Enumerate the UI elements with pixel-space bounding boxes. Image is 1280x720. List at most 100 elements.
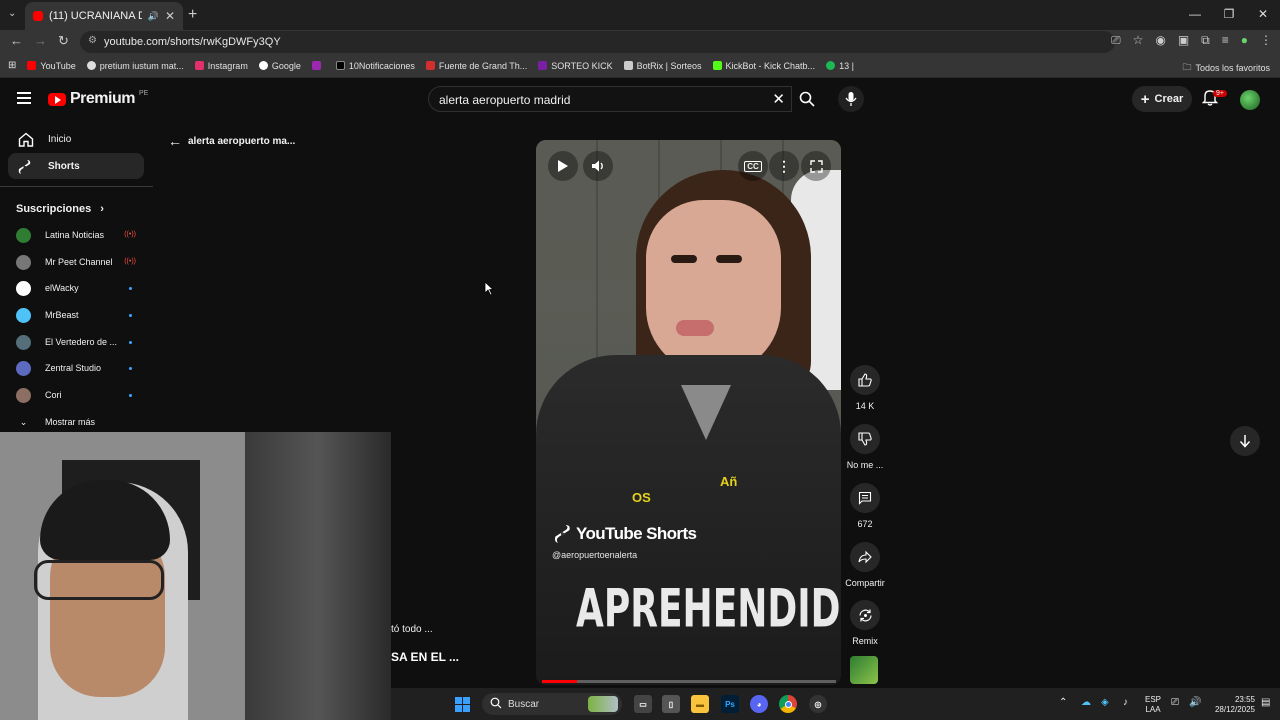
address-bar[interactable]: ⚙ youtube.com/shorts/rwKgDWFy3QY	[80, 31, 1115, 53]
extension-icon[interactable]: ◉	[1155, 33, 1165, 48]
subscriptions-heading[interactable]: Suscripciones ›	[16, 203, 104, 215]
app-icon[interactable]: ▯	[662, 695, 680, 713]
input-language[interactable]: ESP LAA	[1145, 695, 1161, 715]
play-button[interactable]	[548, 151, 578, 181]
bookmark-item[interactable]: Instagram	[194, 61, 248, 71]
notification-center-icon[interactable]: ▤	[1261, 698, 1270, 708]
voice-search-button[interactable]	[838, 86, 864, 112]
profile-icon[interactable]: ●	[1241, 33, 1248, 48]
menu-icon[interactable]: ⋮	[1260, 33, 1272, 48]
back-icon[interactable]: ←	[10, 33, 23, 48]
comments-button[interactable]: 672	[843, 483, 887, 529]
bookmark-item[interactable]: Google	[258, 61, 301, 71]
clear-search-icon[interactable]: ✕	[772, 90, 785, 108]
audio-icon[interactable]: 🔊	[148, 11, 159, 22]
remix-icon	[850, 600, 880, 630]
subscription-item[interactable]: El Vertedero de ...	[16, 332, 140, 352]
tab-search-icon[interactable]: ⌄	[8, 8, 16, 19]
new-content-dot	[129, 367, 132, 370]
obs-icon[interactable]: ◎	[809, 695, 827, 713]
bookmark-item[interactable]: SORTEO KICK	[538, 61, 613, 71]
bookmark-item[interactable]: 10Notificaciones	[335, 61, 415, 71]
youtube-icon	[27, 61, 37, 70]
sidebar: Inicio Shorts Suscripciones › Latina Not…	[0, 120, 153, 432]
close-tab-icon[interactable]: ✕	[165, 9, 175, 23]
remix-button[interactable]: Remix	[843, 600, 887, 646]
volume-tray-icon[interactable]: 🔊	[1189, 698, 1201, 708]
display-icon[interactable]: ⎚	[1171, 698, 1179, 708]
search-input[interactable]: alerta aeropuerto madrid ✕	[428, 86, 792, 112]
all-favorites[interactable]: 🗀 Todos los favoritos	[1182, 60, 1270, 76]
reload-icon[interactable]: ↻	[58, 33, 69, 49]
next-short-button[interactable]	[1230, 426, 1260, 456]
subscription-item[interactable]: Cori	[16, 385, 140, 405]
microphone-tray-icon[interactable]: ♪	[1123, 698, 1128, 708]
bookmark-item[interactable]: 13 |	[826, 61, 854, 71]
task-view-icon[interactable]: ▭	[634, 695, 652, 713]
file-explorer-icon[interactable]: ▬	[691, 695, 709, 713]
sidebar-item-shorts[interactable]: Shorts	[8, 153, 144, 179]
volume-button[interactable]	[583, 151, 613, 181]
create-button[interactable]: + Crear	[1132, 86, 1192, 112]
discord-icon[interactable]: ◕	[750, 695, 768, 713]
short-video-player[interactable]: CC ⋮ OS Añ YouTube Shorts @aeropuertoena…	[536, 140, 841, 685]
extension-icon[interactable]: ▣	[1178, 33, 1189, 48]
fuente-icon	[425, 61, 435, 70]
captions-button[interactable]: CC	[738, 151, 768, 181]
restore-icon[interactable]: ❐	[1212, 0, 1246, 28]
new-content-dot	[129, 287, 132, 290]
like-button[interactable]: 14 K	[843, 365, 887, 411]
tray-chevron-up-icon[interactable]: ⌃	[1059, 698, 1067, 708]
channel-avatar	[16, 387, 31, 403]
new-tab-icon[interactable]: +	[188, 6, 197, 24]
video-progress-bar[interactable]	[542, 680, 836, 683]
browser-tab[interactable]: (11) UCRANIANA DE 23 AÑ 🔊 ✕	[25, 2, 183, 30]
site-info-icon[interactable]: ⚙	[88, 35, 97, 46]
window-close-icon[interactable]: ✕	[1246, 0, 1280, 28]
channel-avatar	[16, 334, 31, 350]
show-more-button[interactable]: ⌄ Mostrar más	[16, 412, 140, 432]
taskbar-search[interactable]: Buscar	[482, 693, 622, 715]
subscription-item[interactable]: Zentral Studio	[16, 358, 140, 378]
chrome-icon[interactable]	[779, 695, 797, 713]
hamburger-menu-icon[interactable]	[17, 92, 31, 104]
fullscreen-button[interactable]	[801, 151, 831, 181]
subscription-item[interactable]: Latina Noticias ((•))	[16, 225, 140, 245]
sidebar-item-inicio[interactable]: Inicio	[8, 126, 144, 152]
search-button[interactable]	[792, 86, 822, 112]
windows-start-icon[interactable]	[455, 697, 470, 712]
bookmark-item[interactable]: Fuente de Grand Th...	[425, 61, 527, 71]
bookmark-star-icon[interactable]: ☆	[1133, 33, 1144, 48]
share-button[interactable]: Compartir	[843, 542, 887, 588]
new-content-dot	[129, 341, 132, 344]
bookmark-item[interactable]: YouTube	[27, 61, 76, 71]
video-scene	[676, 320, 714, 336]
youtube-premium-logo[interactable]: Premium PE	[48, 90, 148, 108]
minimize-icon[interactable]: —	[1178, 0, 1212, 28]
thumbs-down-icon	[850, 424, 880, 454]
new-content-dot	[129, 314, 132, 317]
install-icon[interactable]: ⎚	[1111, 33, 1121, 48]
shorts-logo-icon	[554, 525, 570, 543]
subscription-item[interactable]: elWacky	[16, 278, 140, 298]
apps-icon[interactable]: ⊞	[8, 60, 16, 71]
bookmark-item[interactable]: pretium iustum mat...	[86, 61, 184, 71]
subscription-item[interactable]: MrBeast	[16, 305, 140, 325]
audio-source-thumbnail[interactable]	[850, 656, 878, 684]
more-options-button[interactable]: ⋮	[769, 151, 799, 181]
puzzle-icon[interactable]: ⧉	[1201, 33, 1210, 48]
bookmark-item[interactable]: BotRix | Sorteos	[623, 61, 702, 71]
dislike-button[interactable]: No me ...	[843, 424, 887, 470]
back-to-search[interactable]: ← alerta aeropuerto ma...	[168, 133, 295, 149]
clock[interactable]: 23:55 28/12/2025	[1209, 695, 1255, 715]
url-text: youtube.com/shorts/rwKgDWFy3QY	[104, 36, 281, 48]
bookmark-item[interactable]: KickBot - Kick Chatb...	[712, 61, 815, 71]
media-icon[interactable]: ≡	[1222, 33, 1229, 48]
bookmark-item[interactable]	[311, 61, 325, 70]
photoshop-icon[interactable]: Ps	[721, 695, 739, 713]
subscription-item[interactable]: Mr Peet Channel ((•))	[16, 252, 140, 272]
account-avatar[interactable]	[1240, 90, 1260, 110]
network-shield-icon[interactable]: ◈	[1101, 698, 1109, 708]
forward-icon[interactable]: →	[34, 33, 47, 48]
onedrive-icon[interactable]: ☁	[1081, 698, 1091, 708]
